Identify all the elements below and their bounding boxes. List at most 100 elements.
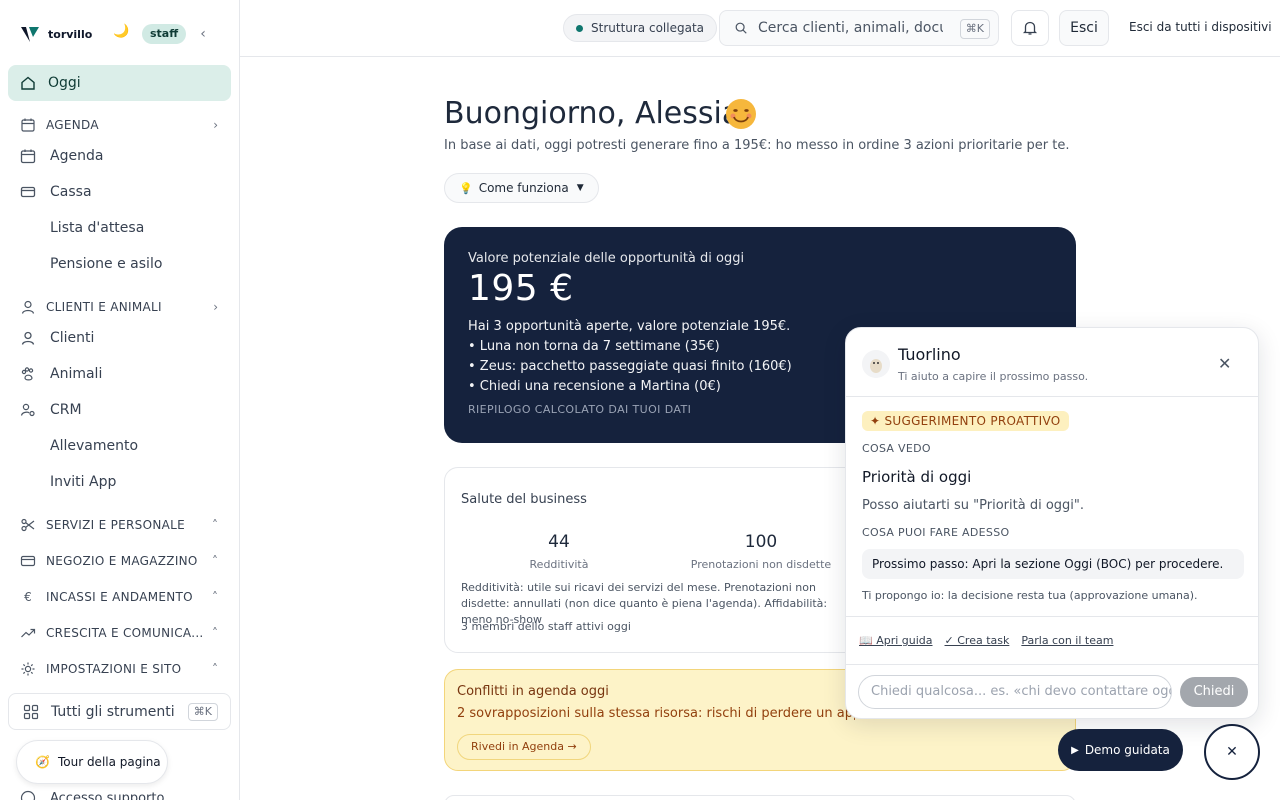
page-tour-label: Tour della pagina [57,755,161,769]
opportunity-card-title: Valore potenziale delle opportunità di o… [468,251,745,266]
section-crescita-comunicazione[interactable]: CRESCITA E COMUNICA... ˄ [20,623,220,643]
section-caption: COSA PUOI FARE ADESSO [862,526,1010,539]
create-task-link[interactable]: ✓ Crea task [945,634,1010,647]
all-tools-label: Tutti gli strumenti [51,703,175,720]
topbar: Struttura collegata Cerca clienti, anima… [240,0,1280,57]
section-agenda[interactable]: AGENDA › [20,115,220,135]
page-subtitle: In base ai dati, oggi potresti generare … [444,138,1070,153]
active-staff-count: 3 membri dello staff attivi oggi [461,620,631,633]
chevron-up-icon: ˄ [212,590,218,604]
guided-demo-button[interactable]: ▶ Demo guidata [1058,729,1183,771]
section-servizi-personale[interactable]: SERVIZI E PERSONALE ˄ [20,515,220,535]
proactive-suggestion-badge: ✦ SUGGERIMENTO PROATTIVO [862,411,1069,431]
sidebar-item-label: Lista d'attesa [50,220,145,236]
sidebar-item-cassa[interactable]: Cassa [20,180,92,204]
next-step-label: Prossimo passo: [872,557,969,571]
sidebar-item-inviti-app[interactable]: Inviti App [20,470,116,494]
euro-icon: € [24,590,32,604]
next-step-text: Apri la sezione Oggi (BOC) per procedere… [972,557,1224,571]
user-gear-icon [20,403,35,417]
section-impostazioni-sito[interactable]: IMPOSTAZIONI E SITO ˄ [20,659,220,679]
assistant-actions: 📖 Apri guida ✓ Crea task Parla con il te… [859,634,1125,647]
divider [846,616,1258,617]
chevron-up-icon: ˄ [212,626,218,640]
connection-status-label: Struttura collegata [591,21,704,35]
section-negozio-magazzino[interactable]: NEGOZIO E MAGAZZINO ˄ [20,551,220,571]
chevron-right-icon: › [213,300,218,314]
next-card [444,795,1076,800]
guided-demo-label: Demo guidata [1084,743,1170,757]
shortcut-hint: ⌘K [187,703,218,721]
sidebar-item-animali[interactable]: Animali [20,362,102,386]
notifications-button[interactable] [1011,10,1049,46]
talk-to-team-link[interactable]: Parla con il team [1021,634,1113,647]
sidebar-item-pensione-asilo[interactable]: Pensione e asilo [20,252,162,276]
how-it-works-button[interactable]: 💡 Come funziona ▼ [444,173,599,203]
page-tour-button[interactable]: 🧭 Tour della pagina [16,740,168,784]
metric-prenotazioni: 100 Prenotazioni non disdette [681,532,841,571]
open-guide-link[interactable]: 📖 Apri guida [859,634,933,647]
chevron-up-icon: ˄ [212,554,218,568]
smiling-face-icon [726,99,756,129]
moon-icon[interactable]: 🌙 [113,24,129,39]
business-health-title: Salute del business [461,492,587,507]
user-icon [21,300,35,314]
grid-icon [23,704,39,719]
paw-icon [21,367,34,381]
sidebar-item-oggi[interactable]: Oggi [8,65,231,101]
sidebar-item-label: Agenda [50,148,104,164]
support-access-link[interactable]: Accesso supporto [20,790,164,800]
close-icon[interactable]: ✕ [1218,354,1231,373]
connection-status[interactable]: Struttura collegata [563,14,717,42]
sidebar-item-crm[interactable]: CRM [20,398,82,422]
section-clienti-animali[interactable]: CLIENTI E ANIMALI › [20,297,220,317]
role-badge: staff [142,24,187,44]
suggestion-text: Posso aiutarti su "Priorità di oggi". [862,498,1085,513]
chevron-left-icon[interactable]: ‹ [196,24,210,44]
assistant-question-input[interactable]: Chiedi qualcosa... es. «chi devo contatt… [858,675,1172,709]
ask-button[interactable]: Chiedi [1180,677,1248,707]
close-icon: ✕ [1226,744,1238,760]
shortcut-hint: ⌘K [959,19,990,39]
sidebar-item-label: Inviti App [50,474,117,490]
brand[interactable]: torvillo [20,22,92,46]
user-icon [21,331,35,345]
compass-icon: 🧭 [35,755,50,769]
brand-name: torvillo [48,27,93,41]
trending-up-icon [21,628,36,638]
calendar-icon [21,118,35,132]
sidebar-item-clienti[interactable]: Clienti [20,326,94,350]
sidebar-item-label: Allevamento [50,438,139,454]
metric-label: Prenotazioni non disdette [690,558,832,571]
section-caption: COSA VEDO [862,442,931,455]
logout-button[interactable]: Esci [1059,10,1109,46]
chevron-up-icon: ˄ [212,662,218,676]
credit-card-icon [20,186,36,198]
approval-disclaimer: Ti propongo io: la decisione resta tua (… [862,589,1198,602]
chevron-right-icon: › [213,118,218,132]
review-agenda-button[interactable]: Rivedi in Agenda → [457,734,591,760]
lightbulb-icon: 💡 [459,181,473,195]
sidebar-item-allevamento[interactable]: Allevamento [20,434,138,458]
logout-all-devices-link[interactable]: Esci da tutti i dispositivi [1129,20,1272,34]
search-input[interactable]: Cerca clienti, animali, docu... ⌘K [719,10,999,46]
assistant-name: Tuorlino [898,345,961,364]
help-circle-icon [20,790,36,800]
sidebar-item-lista-attesa[interactable]: Lista d'attesa [20,216,144,240]
sun-icon [21,662,35,676]
all-tools-button[interactable]: Tutti gli strumenti ⌘K [8,693,231,730]
conflicts-description: 2 sovrapposizioni sulla stessa risorsa: … [457,706,855,721]
sidebar-item-label: Clienti [50,330,95,346]
torvillo-logo-icon [21,27,39,42]
next-step-box[interactable]: Prossimo passo: Apri la sezione Oggi (BO… [862,549,1244,579]
opportunity-value: 195 € [468,268,574,309]
sidebar-item-agenda[interactable]: Agenda [20,144,103,168]
close-assistant-fab[interactable]: ✕ [1204,724,1260,780]
section-label: IMPOSTAZIONI E SITO [46,662,182,676]
section-label: INCASSI E ANDAMENTO [46,590,193,604]
section-incassi-andamento[interactable]: € INCASSI E ANDAMENTO ˄ [20,587,220,607]
metric-value: 44 [548,532,570,552]
section-label: SERVIZI E PERSONALE [46,518,185,532]
home-icon [21,76,35,90]
assistant-panel: Tuorlino Ti aiuto a capire il prossimo p… [845,327,1259,719]
